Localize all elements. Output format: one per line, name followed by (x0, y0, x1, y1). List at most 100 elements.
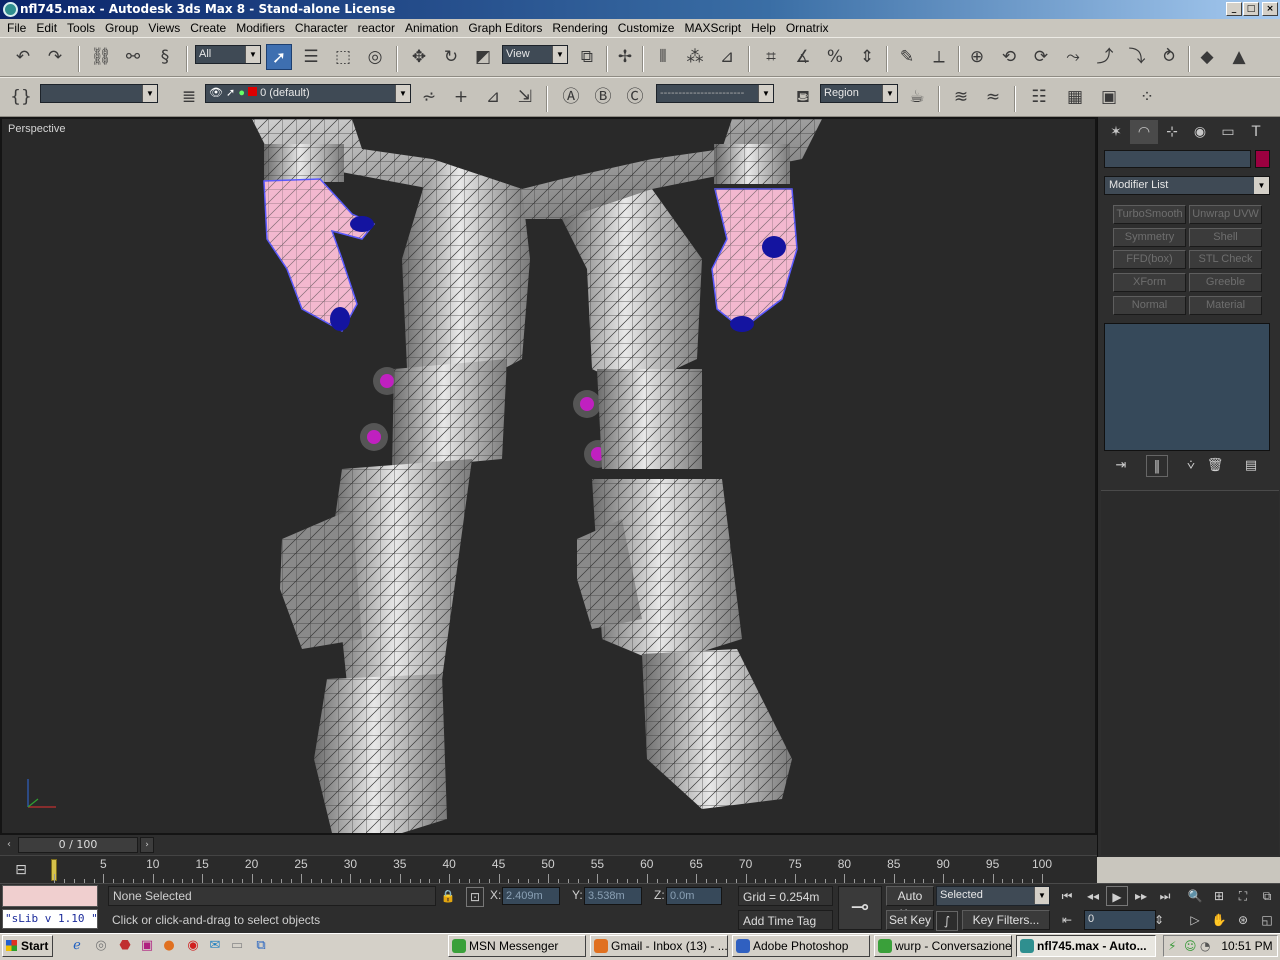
auto-key-button[interactable]: Auto Key (886, 886, 934, 921)
app-icon[interactable] (3, 2, 18, 17)
schematic-view-icon[interactable]: ▦ (1062, 84, 1088, 110)
motion-tab-icon[interactable]: ◉ (1186, 120, 1214, 144)
remove-modifier-icon[interactable]: 🗑 (1204, 455, 1226, 477)
graphite-tool-2-icon[interactable]: ⟲ (996, 44, 1022, 70)
z-coordinate-field[interactable]: 0.0m (666, 887, 722, 905)
unlink-selection-icon[interactable]: ⚯ (120, 44, 146, 70)
snaps-toggle-icon[interactable]: ⌗ (758, 44, 784, 70)
app-quicklaunch-icon[interactable]: ⬣ (116, 937, 134, 955)
task-msn-messenger[interactable]: MSN Messenger (448, 935, 586, 957)
align-icon[interactable]: ⊿ (714, 44, 740, 70)
maximize-viewport-icon[interactable]: ◱ (1256, 910, 1278, 930)
teapot-a-icon[interactable]: Ⓐ (558, 84, 584, 110)
disc-quicklaunch-icon[interactable]: ◎ (92, 937, 110, 955)
arc-rotate-icon[interactable]: ⊛ (1232, 910, 1254, 930)
redo-icon[interactable]: ↷ (42, 44, 68, 70)
box-primitive-icon[interactable]: ◆ (1194, 44, 1220, 70)
tray-network-icon[interactable]: ⚡ (1168, 939, 1176, 953)
graphite-tool-7-icon[interactable]: ⥁ (1156, 44, 1182, 70)
utilities-tab-icon[interactable]: T (1242, 120, 1270, 144)
desktop-quicklaunch-icon[interactable]: ▭ (228, 937, 246, 955)
select-and-move-icon[interactable]: ✥ (406, 44, 432, 70)
task-wurp-conversation[interactable]: wurp - Conversazione (874, 935, 1012, 957)
select-and-manipulate-icon[interactable]: ✢ (612, 44, 638, 70)
hair-tool-1-icon[interactable]: ≋ (948, 84, 974, 110)
y-coordinate-field[interactable]: 3.538m (584, 887, 642, 905)
task-gmail[interactable]: Gmail - Inbox (13) - ... (590, 935, 728, 957)
task-3ds-max[interactable]: nfl745.max - Auto... (1016, 935, 1156, 957)
menu-tools[interactable]: Tools (62, 19, 100, 37)
task-photoshop[interactable]: Adobe Photoshop (732, 935, 870, 957)
frame-spinner-icon[interactable]: ⇕ (1154, 910, 1164, 930)
maxscript-listener-mini[interactable] (2, 885, 98, 907)
show-end-result-icon[interactable]: ‖ (1146, 455, 1168, 477)
teapot-b-icon[interactable]: Ⓑ (590, 84, 616, 110)
menu-views[interactable]: Views (143, 19, 185, 37)
modifier-button-stl-check[interactable]: STL Check (1189, 250, 1262, 269)
perspective-viewport[interactable]: Perspective (0, 117, 1097, 835)
window-crossing-icon[interactable]: ◎ (362, 44, 388, 70)
menu-file[interactable]: File (2, 19, 31, 37)
percent-snap-icon[interactable]: % (822, 44, 848, 70)
folder-quicklaunch-icon[interactable]: ⧉ (252, 937, 270, 955)
material-editor-icon[interactable]: ▣ (1096, 84, 1122, 110)
menu-ornatrix[interactable]: Ornatrix (781, 19, 834, 37)
select-object-icon[interactable]: ➚ (266, 44, 292, 70)
add-to-layer-icon[interactable]: + (448, 84, 474, 110)
modifier-button-greeble[interactable]: Greeble (1189, 273, 1262, 292)
default-tangent-icon[interactable]: ∫ (936, 911, 958, 931)
menu-rendering[interactable]: Rendering (547, 19, 612, 37)
modifier-button-unwrap-uvw[interactable]: Unwrap UVW (1189, 205, 1262, 224)
modifier-button-ffd-box[interactable]: FFD(box) (1113, 250, 1186, 269)
select-by-name-icon[interactable]: ☰ (298, 44, 324, 70)
graphite-tool-6-icon[interactable]: ⤵ (1124, 44, 1150, 70)
select-and-link-icon[interactable]: ⛓ (88, 44, 114, 70)
set-current-layer-icon[interactable]: ⇲ (512, 84, 538, 110)
go-to-start-icon[interactable]: ⏮ (1056, 886, 1078, 906)
previous-key-icon[interactable]: ◂◂ (1082, 886, 1104, 906)
play-icon[interactable]: ▶ (1106, 886, 1128, 906)
zoom-extents-icon[interactable]: ⛶ (1232, 886, 1254, 906)
spinner-snap-icon[interactable]: ⇕ (854, 44, 880, 70)
modifier-button-xform[interactable]: XForm (1113, 273, 1186, 292)
render-preset-dropdown[interactable]: ----------------------- ▼ (656, 84, 774, 103)
key-filters-button[interactable]: Key Filters... (962, 910, 1050, 930)
field-of-view-icon[interactable]: ▷ (1184, 910, 1206, 930)
absolute-mode-icon[interactable]: ⊡ (466, 887, 484, 907)
mirror-icon[interactable]: ⫴ (650, 44, 676, 70)
undo-icon[interactable]: ↶ (10, 44, 36, 70)
bind-space-warp-icon[interactable]: § (152, 44, 178, 70)
tray-msn-icon[interactable]: ☺ (1184, 939, 1197, 953)
modifier-list-dropdown[interactable]: Modifier List ▼ (1104, 176, 1270, 195)
menu-character[interactable]: Character (290, 19, 353, 37)
go-to-end-icon[interactable]: ⏭ (1154, 886, 1176, 906)
ie-quicklaunch-icon[interactable]: ℯ (68, 937, 86, 955)
firefox-quicklaunch-icon[interactable]: ● (160, 937, 178, 955)
modifier-stack[interactable] (1104, 323, 1270, 451)
maxscript-input[interactable]: "sLib v 1.10 " (2, 909, 98, 929)
render-type-dropdown[interactable]: Region ▼ (820, 84, 898, 103)
time-slider-thumb[interactable]: 0 / 100 (18, 837, 138, 853)
lock-selection-icon[interactable]: 🔒 (440, 887, 456, 905)
named-selection-sets-dropdown[interactable]: ▼ (40, 84, 158, 103)
track-bar[interactable]: ⊟ 5 10 15 20 25 30 35 40 45 50 55 60 65 70 75 80 85 90 95 1… (0, 855, 1097, 884)
pin-stack-icon[interactable]: ⇥ (1110, 455, 1132, 477)
pan-hand-icon[interactable]: ✋ (1208, 910, 1230, 930)
set-key-button[interactable]: Set Key (886, 910, 934, 930)
menu-reactor[interactable]: reactor (353, 19, 400, 37)
object-name-field[interactable] (1104, 150, 1251, 168)
key-mode-toggle-icon[interactable]: ⇤ (1056, 910, 1078, 930)
angle-snap-icon[interactable]: ∡ (790, 44, 816, 70)
menu-edit[interactable]: Edit (31, 19, 62, 37)
graphite-tool-1-icon[interactable]: ⊕ (964, 44, 990, 70)
current-frame-field[interactable]: 0 (1084, 910, 1156, 930)
select-and-scale-icon[interactable]: ◩ (470, 44, 496, 70)
material-spheres-icon[interactable]: ⁘ (1134, 84, 1160, 110)
maximize-button[interactable]: □ (1243, 2, 1259, 16)
tray-volume-icon[interactable]: ◔ (1200, 939, 1210, 953)
pivot-center-icon[interactable]: ⧉ (574, 44, 600, 70)
configure-modifier-sets-icon[interactable]: ▤ (1240, 455, 1262, 477)
modify-tab-icon[interactable]: ◠ (1130, 120, 1158, 144)
selection-filter-dropdown[interactable]: All ▼ (195, 45, 261, 64)
menu-graph-editors[interactable]: Graph Editors (463, 19, 547, 37)
